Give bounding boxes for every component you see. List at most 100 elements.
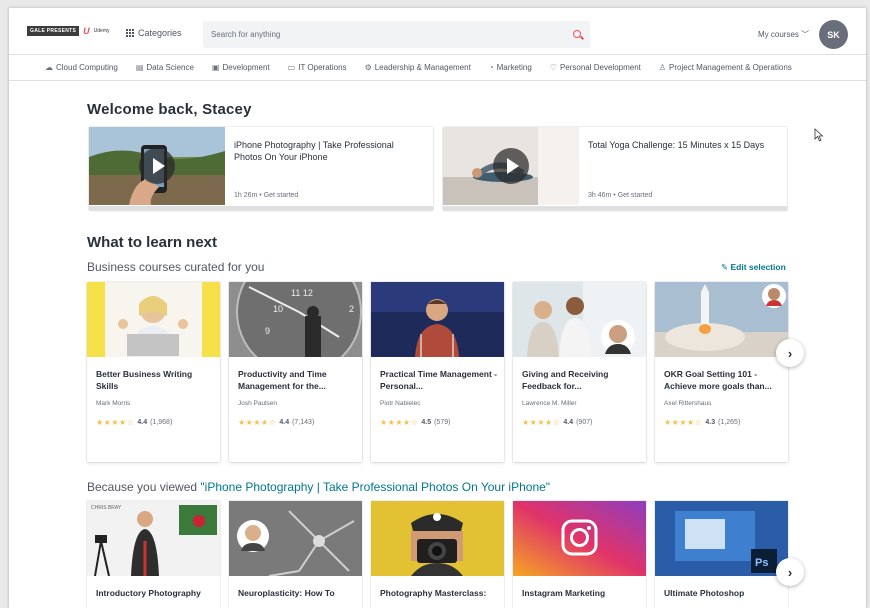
carousel-next-button[interactable]: › — [776, 339, 804, 367]
course-card[interactable]: OKR Goal Setting 101 - Achieve more goal… — [655, 282, 788, 462]
feedback-image — [513, 282, 646, 357]
category-item-data-science[interactable]: ▤ Data Science — [136, 63, 194, 72]
category-label: Personal Development — [559, 63, 641, 72]
course-thumbnail — [655, 282, 788, 357]
course-card[interactable]: Better Business Writing Skills Mark Morr… — [87, 282, 220, 462]
course-card[interactable]: 11 12 10 9 2 Productivity and Time Manag… — [229, 282, 362, 462]
chevron-right-icon: › — [787, 564, 793, 580]
course-card[interactable]: Practical Time Management - Personal... … — [371, 282, 504, 462]
rating-value: 4.4 — [137, 419, 148, 426]
person-icon: ♙ — [658, 63, 667, 72]
udemy-logo-icon: U — [83, 26, 90, 36]
star-rating-icon: ★★★★☆ — [238, 418, 277, 427]
course-card[interactable]: Instagram Marketing — [513, 501, 646, 608]
course-title: Photography Masterclass: — [380, 588, 487, 598]
photography-masterclass-image — [371, 501, 504, 576]
svg-text:CHRIS BRAY: CHRIS BRAY — [91, 505, 122, 511]
star-rating-icon: ★★★★☆ — [380, 418, 419, 427]
progress-bar — [443, 206, 787, 210]
category-item-development[interactable]: ▣ Development — [212, 63, 270, 72]
category-label: Project Management & Operations — [669, 63, 792, 72]
course-title: OKR Goal Setting 101 - Achieve more goal… — [664, 369, 772, 391]
course-thumbnail: 11 12 10 9 2 — [229, 282, 362, 357]
course-title: Productivity and Time Management for the… — [238, 369, 327, 391]
category-label: Leadership & Management — [374, 63, 471, 72]
edit-selection-link[interactable]: ✎ Edit selection — [721, 262, 786, 273]
category-item-cloud-computing[interactable]: ☁ Cloud Computing — [45, 63, 118, 72]
svg-text:Ps: Ps — [755, 557, 768, 569]
star-rating-icon: ★★★★☆ — [522, 418, 561, 427]
course-rating: ★★★★☆ 4.3 (1,265) — [664, 418, 740, 427]
category-label: Marketing — [496, 63, 532, 72]
play-button-icon[interactable] — [139, 148, 175, 184]
course-thumbnail — [513, 501, 646, 576]
course-thumbnail — [443, 127, 579, 205]
clock-productivity-image: 11 12 10 9 2 — [229, 282, 362, 357]
learn-next-heading: What to learn next — [87, 234, 218, 251]
course-card[interactable]: Neuroplasticity: How To — [229, 501, 362, 608]
course-card[interactable]: Giving and Receiving Feedback for... Law… — [513, 282, 646, 462]
star-rating-icon: ★★★★☆ — [96, 418, 135, 427]
course-thumbnail — [371, 282, 504, 357]
time-management-image — [371, 282, 504, 357]
my-courses-menu[interactable]: My courses ﹀ — [758, 29, 809, 40]
course-rating: ★★★★☆ 4.4 (7,143) — [238, 418, 314, 427]
resume-course-card[interactable]: iPhone Photography | Take Professional P… — [89, 127, 433, 210]
course-title: Giving and Receiving Feedback for... — [522, 369, 609, 391]
category-item-project-management[interactable]: ♙ Project Management & Operations — [659, 63, 792, 72]
logo-text: GALE PRESENTS — [27, 26, 80, 36]
neuroplasticity-image — [229, 501, 362, 576]
course-card[interactable]: CHRIS BRAY Introductory Photography — [87, 501, 220, 608]
rating-count: (907) — [576, 419, 593, 426]
rating-value: 4.4 — [563, 419, 574, 426]
course-card[interactable]: Ps Ultimate Photoshop — [655, 501, 788, 608]
svg-text:9: 9 — [265, 326, 270, 336]
course-rating: ★★★★☆ 4.4 (1,968) — [96, 418, 172, 427]
course-thumbnail — [229, 501, 362, 576]
course-title: Instagram Marketing — [522, 588, 606, 598]
site-logo[interactable]: GALE PRESENTS U Udemy — [27, 26, 109, 36]
chevron-right-icon: › — [787, 345, 793, 361]
monitor-icon: ▭ — [287, 63, 296, 72]
writing-skills-image — [87, 282, 220, 357]
intro-photography-image: CHRIS BRAY — [87, 501, 220, 576]
category-label: Cloud Computing — [56, 63, 118, 72]
category-item-it-operations[interactable]: ▭ IT Operations — [288, 63, 347, 72]
course-title: Introductory Photography — [96, 588, 201, 598]
pencil-icon: ✎ — [721, 262, 729, 272]
category-item-personal-development[interactable]: ♡ Personal Development — [550, 63, 641, 72]
category-bar: ☁ Cloud Computing ▤ Data Science ▣ Devel… — [9, 55, 866, 81]
chevron-down-icon: ﹀ — [801, 30, 810, 39]
browser-viewport: GALE PRESENTS U Udemy Categories My cour… — [9, 8, 866, 608]
mouse-cursor-icon — [814, 128, 824, 142]
because-viewed-prefix: Because you viewed — [87, 480, 201, 494]
rating-count: (1,265) — [718, 419, 741, 426]
course-card[interactable]: Photography Masterclass: — [371, 501, 504, 608]
category-label: Development — [222, 63, 270, 72]
rating-count: (579) — [434, 419, 451, 426]
course-rating: ★★★★☆ 4.4 (907) — [522, 418, 592, 427]
resume-course-meta: 1h 26m • Get started — [234, 192, 299, 199]
my-courses-label: My courses — [758, 30, 799, 39]
play-button-icon[interactable] — [493, 148, 529, 184]
search-input[interactable] — [203, 21, 543, 48]
avatar[interactable]: SK — [819, 20, 848, 49]
resume-course-card[interactable]: Total Yoga Challenge: 15 Minutes x 15 Da… — [443, 127, 787, 210]
categories-menu[interactable]: Categories — [126, 28, 182, 38]
search-icon[interactable] — [573, 30, 581, 38]
category-item-leadership[interactable]: ⚙ Leadership & Management — [365, 63, 471, 72]
curated-subheading: Business courses curated for you — [87, 260, 265, 274]
chart-icon: ▤ — [135, 63, 144, 72]
course-title: Better Business Writing Skills — [96, 369, 193, 391]
svg-text:2: 2 — [349, 304, 354, 314]
instagram-logo-image — [513, 501, 646, 576]
edit-selection-label: Edit selection — [730, 262, 786, 272]
viewed-course-link[interactable]: "iPhone Photography | Take Professional … — [200, 480, 550, 494]
category-item-marketing[interactable]: ◔ Marketing — [489, 63, 532, 72]
photoshop-image: Ps — [655, 501, 788, 576]
carousel-next-button[interactable]: › — [776, 558, 804, 586]
rating-count: (1,968) — [150, 419, 173, 426]
svg-text:10: 10 — [273, 304, 283, 314]
course-thumbnail: CHRIS BRAY — [87, 501, 220, 576]
course-title: Neuroplasticity: How To — [238, 588, 335, 598]
